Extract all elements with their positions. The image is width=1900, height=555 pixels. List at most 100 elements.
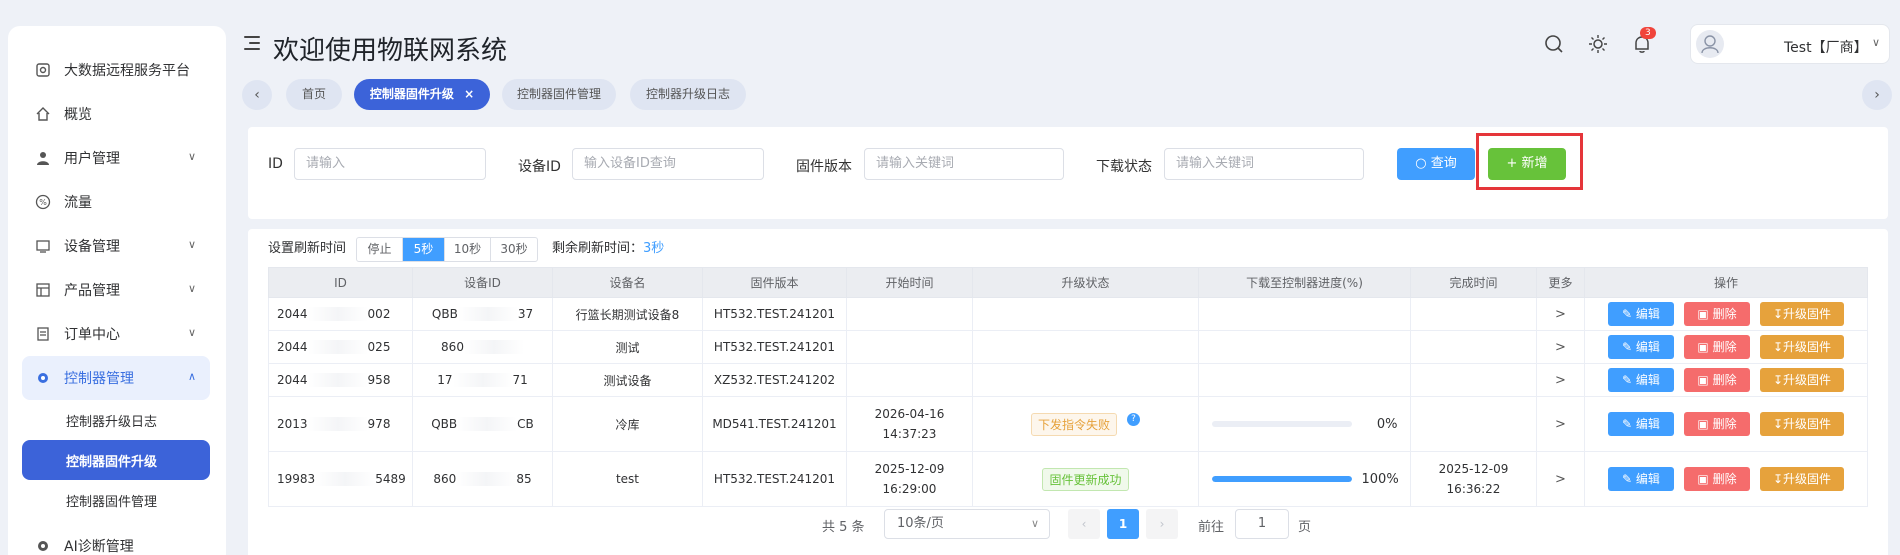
- theme-sun-icon[interactable]: [1587, 33, 1609, 55]
- trash-icon: ▣: [1697, 307, 1713, 321]
- expand-more-icon[interactable]: >: [1555, 472, 1566, 487]
- sidebar-subitem-firmware-upgrade[interactable]: 控制器固件升级: [22, 440, 210, 480]
- id-input[interactable]: 请输入: [294, 148, 486, 180]
- refresh-option-stop[interactable]: 停止: [357, 238, 403, 261]
- device-id-suffix: 71: [512, 372, 528, 387]
- sidebar-item-devices[interactable]: 设备管理 ∨: [22, 224, 210, 268]
- tab-label: 控制器固件升级: [369, 87, 454, 101]
- cell-status: [972, 330, 1199, 364]
- start-date: 2025-12-09: [874, 462, 945, 476]
- page-size-select[interactable]: 10条/页 ∨: [884, 509, 1050, 539]
- refresh-option-30s[interactable]: 30秒: [491, 238, 537, 261]
- chevron-down-icon: ∨: [187, 326, 196, 339]
- refresh-label: 设置刷新时间: [268, 241, 347, 256]
- expand-more-icon[interactable]: >: [1555, 307, 1566, 322]
- device-icon: [34, 237, 52, 255]
- device-id-input[interactable]: 输入设备ID查询: [572, 148, 764, 180]
- id-label: ID: [268, 156, 283, 172]
- next-page-button[interactable]: ›: [1146, 509, 1178, 539]
- order-icon: [34, 325, 52, 343]
- sidebar-item-label: 流量: [64, 195, 92, 211]
- device-id-prefix: 860: [433, 471, 457, 486]
- tab-home[interactable]: 首页: [286, 79, 342, 110]
- tab-firmware-upgrade[interactable]: 控制器固件升级 ×: [354, 79, 490, 110]
- sidebar-item-label: 控制器管理: [64, 371, 134, 387]
- add-button[interactable]: + 新增: [1488, 148, 1566, 180]
- expand-more-icon[interactable]: >: [1555, 417, 1566, 432]
- close-icon[interactable]: ×: [464, 87, 474, 101]
- cell-progress: 100%: [1198, 451, 1411, 507]
- delete-button[interactable]: ▣ 删除: [1684, 302, 1750, 326]
- device-id-prefix: QBB: [431, 416, 458, 431]
- avatar: [1696, 30, 1724, 58]
- upgrade-label: 升级固件: [1783, 417, 1832, 431]
- query-button-label: 查询: [1430, 156, 1457, 171]
- edit-button[interactable]: ✎ 编辑: [1608, 467, 1674, 491]
- help-icon[interactable]: ?: [1127, 412, 1140, 426]
- edit-icon: ✎: [1622, 417, 1636, 431]
- expand-more-icon[interactable]: >: [1555, 340, 1566, 355]
- refresh-option-5s[interactable]: 5秒: [403, 238, 445, 261]
- cell-start-time: [846, 297, 973, 331]
- progress-bar: 0%: [1211, 417, 1398, 432]
- id-prefix: 2044: [277, 372, 308, 387]
- download-status-input[interactable]: 请输入关键词: [1164, 148, 1364, 180]
- chevron-down-icon: ∨: [187, 238, 196, 251]
- edit-button[interactable]: ✎ 编辑: [1608, 302, 1674, 326]
- query-button[interactable]: ○ 查询: [1397, 148, 1475, 180]
- sidebar-subitem-firmware-manage[interactable]: 控制器固件管理: [22, 480, 210, 520]
- delete-button[interactable]: ▣ 删除: [1684, 368, 1750, 392]
- refresh-option-10s[interactable]: 10秒: [445, 238, 491, 261]
- delete-button[interactable]: ▣ 删除: [1684, 412, 1750, 436]
- end-time: 16:36:22: [1446, 482, 1501, 496]
- sidebar-item-traffic[interactable]: % 流量: [22, 180, 210, 224]
- end-date: 2025-12-09: [1438, 462, 1509, 476]
- edit-button[interactable]: ✎ 编辑: [1608, 412, 1674, 436]
- goto-page-input[interactable]: 1: [1235, 509, 1289, 539]
- sidebar-item-platform[interactable]: 大数据远程服务平台: [22, 48, 210, 92]
- firmware-input[interactable]: 请输入关键词: [864, 148, 1064, 180]
- upgrade-label: 升级固件: [1783, 373, 1832, 387]
- sidebar-item-users[interactable]: 用户管理 ∨: [22, 136, 210, 180]
- sidebar-item-ai-diagnosis[interactable]: AI诊断管理: [22, 524, 210, 555]
- cell-more: >: [1536, 451, 1585, 507]
- edit-button[interactable]: ✎ 编辑: [1608, 335, 1674, 359]
- sidebar-item-products[interactable]: 产品管理 ∨: [22, 268, 210, 312]
- menu-collapse-icon[interactable]: [244, 36, 260, 50]
- prev-page-button[interactable]: ‹: [1068, 509, 1100, 539]
- search-icon[interactable]: [1543, 33, 1565, 55]
- cell-firmware: HT532.TEST.241201: [702, 297, 847, 331]
- cell-device-id: 860: [412, 330, 553, 364]
- upload-icon: ↧: [1772, 417, 1784, 431]
- page-number[interactable]: 1: [1107, 509, 1139, 539]
- tab-firmware-manage[interactable]: 控制器固件管理: [502, 79, 616, 110]
- edit-icon: ✎: [1622, 340, 1636, 354]
- cell-more: >: [1536, 297, 1585, 331]
- tabs-scroll-right[interactable]: ›: [1862, 80, 1892, 110]
- tab-upgrade-log[interactable]: 控制器升级日志: [630, 79, 746, 110]
- upgrade-firmware-button[interactable]: ↧升级固件: [1760, 302, 1844, 326]
- delete-button[interactable]: ▣ 删除: [1684, 335, 1750, 359]
- sidebar-item-overview[interactable]: 概览: [22, 92, 210, 136]
- table-row: 2044 958 17 71 测试设备 XZ532.TEST.241202 > ✎ …: [268, 363, 1868, 397]
- sidebar-item-label: 大数据远程服务平台: [64, 63, 190, 79]
- upgrade-firmware-button[interactable]: ↧升级固件: [1760, 412, 1844, 436]
- upgrade-firmware-button[interactable]: ↧升级固件: [1760, 467, 1844, 491]
- cell-more: >: [1536, 396, 1585, 452]
- delete-button[interactable]: ▣ 删除: [1684, 467, 1750, 491]
- tabs-scroll-left[interactable]: ‹: [242, 80, 272, 110]
- upload-icon: ↧: [1772, 340, 1784, 354]
- upgrade-firmware-button[interactable]: ↧升级固件: [1760, 368, 1844, 392]
- sidebar-subitem-upgrade-log[interactable]: 控制器升级日志: [22, 400, 210, 440]
- upgrade-firmware-button[interactable]: ↧升级固件: [1760, 335, 1844, 359]
- cell-firmware: MD541.TEST.241201: [702, 396, 847, 452]
- sidebar-item-controller[interactable]: 控制器管理 ∧: [22, 356, 210, 400]
- device-id-label: 设备ID: [518, 159, 561, 175]
- id-suffix: 002: [367, 306, 391, 321]
- expand-more-icon[interactable]: >: [1555, 373, 1566, 388]
- edit-icon: ✎: [1622, 472, 1636, 486]
- sidebar-item-orders[interactable]: 订单中心 ∨: [22, 312, 210, 356]
- edit-button[interactable]: ✎ 编辑: [1608, 368, 1674, 392]
- trash-icon: ▣: [1697, 340, 1713, 354]
- cell-id: 2044 025: [268, 330, 413, 364]
